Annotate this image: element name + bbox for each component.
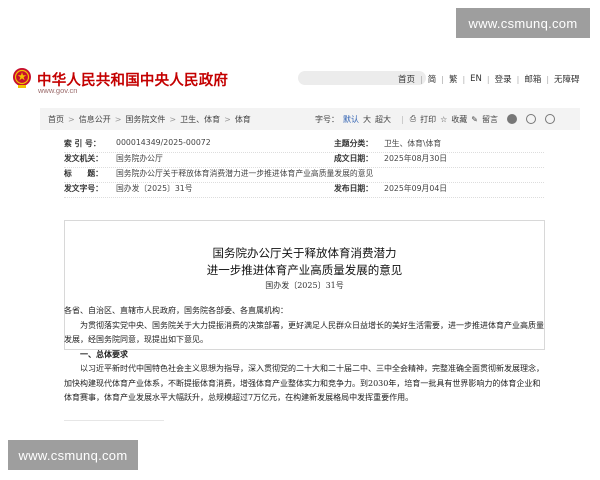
font-default-button[interactable]: 默认 [343, 114, 359, 125]
meta-index-value: 000014349/2025-00072 [116, 138, 211, 147]
separator: | [516, 74, 520, 84]
national-emblem-icon[interactable] [12, 67, 32, 89]
separator: | [486, 74, 490, 84]
site-url: www.gov.cn [38, 86, 78, 95]
chevron-right-icon: > [114, 114, 122, 124]
breadcrumb-bar: 首页 > 信息公开 > 国务院文件 > 卫生、体育 > 体育 字号： 默认 大 … [40, 108, 580, 130]
meta-pubdate-label: 发布日期： [334, 184, 373, 193]
body-paragraph: 以习近平新时代中国特色社会主义思想为指导，深入贯彻党的二十大和二十届二中、三中全… [64, 364, 544, 402]
chevron-right-icon: > [224, 114, 231, 124]
comment-button[interactable]: 留言 [482, 114, 498, 125]
meta-index-label: 索 引 号： [64, 139, 101, 148]
link-traditional[interactable]: 繁 [449, 73, 458, 85]
meta-docno-value: 国办发〔2025〕31号 [116, 184, 193, 193]
weibo-share-icon[interactable] [525, 114, 536, 124]
meta-category-value: 卫生、体育\体育 [384, 139, 442, 148]
qq-share-icon[interactable] [544, 114, 555, 124]
document-title-line1: 国务院办公厅关于释放体育消费潜力 [212, 246, 397, 260]
meta-date-label: 成文日期： [334, 154, 373, 163]
meta-row: 索 引 号： 000014349/2025-00072 主题分类： 卫生、体育\… [64, 138, 544, 153]
font-huge-button[interactable]: 超大 [375, 114, 391, 125]
favorite-icon[interactable]: ☆ [440, 115, 447, 124]
link-simplified[interactable]: 简 [428, 73, 437, 85]
meta-row: 发文机关： 国务院办公厅 成文日期： 2025年08月30日 [64, 153, 544, 168]
page-tools: 字号： 默认 大 超大 | ⎙ 打印 ☆ 收藏 ✎ 留言 [315, 108, 559, 130]
document-body: 各省、自治区、直辖市人民政府，国务院各部委、各直属机构： 为贯彻落实党中央、国务… [64, 304, 544, 406]
link-english[interactable]: EN [470, 74, 482, 84]
meta-category-label: 主题分类： [334, 139, 373, 148]
font-large-button[interactable]: 大 [363, 114, 371, 125]
meta-docno-label: 发文字号： [64, 184, 103, 193]
meta-title-label: 标 题： [64, 169, 103, 178]
link-mail[interactable]: 邮箱 [524, 73, 541, 85]
favorite-button[interactable]: 收藏 [451, 114, 467, 125]
chevron-right-icon: > [169, 114, 177, 124]
breadcrumb-item-info[interactable]: 信息公开 [79, 114, 111, 125]
breadcrumb: 首页 > 信息公开 > 国务院文件 > 卫生、体育 > 体育 [40, 114, 251, 125]
wechat-share-icon[interactable] [506, 114, 517, 124]
print-icon[interactable]: ⎙ [410, 114, 416, 124]
salutation: 各省、自治区、直辖市人民政府，国务院各部委、各直属机构： [64, 306, 288, 315]
chevron-right-icon: > [68, 114, 75, 124]
meta-issuer-value: 国务院办公厅 [116, 154, 163, 163]
meta-date-value: 2025年08月30日 [384, 154, 448, 163]
font-size-label: 字号： [315, 114, 339, 124]
print-button[interactable]: 打印 [420, 114, 436, 125]
comment-icon[interactable]: ✎ [471, 115, 478, 124]
document-number: 国办发〔2025〕31号 [265, 281, 344, 290]
section-heading: 一、总体要求 [80, 349, 128, 359]
meta-issuer-label: 发文机关： [64, 154, 103, 163]
link-home[interactable]: 首页 [398, 73, 415, 85]
breadcrumb-item-sports[interactable]: 体育 [235, 114, 251, 125]
separator: | [401, 114, 404, 124]
breadcrumb-item-health-sports[interactable]: 卫生、体育 [180, 114, 220, 125]
separator: | [441, 74, 444, 84]
breadcrumb-item-home[interactable]: 首页 [48, 114, 64, 125]
document-meta-table: 索 引 号： 000014349/2025-00072 主题分类： 卫生、体育\… [64, 138, 544, 198]
site-header: 中华人民共和国中央人民政府 www.gov.cn 首页 | 简 | 繁 | EN… [0, 55, 600, 99]
meta-title-value: 国务院办公厅关于释放体育消费潜力进一步推进体育产业高质量发展的意见 [116, 169, 374, 178]
watermark-top: www.csmunq.com [456, 8, 590, 38]
intro-paragraph: 为贯彻落实党中央、国务院关于大力提振消费的决策部署，更好满足人民群众日益增长的美… [64, 320, 544, 345]
link-accessibility[interactable]: 无障碍 [554, 73, 580, 85]
meta-row: 发文字号： 国办发〔2025〕31号 发布日期： 2025年09月04日 [64, 183, 544, 198]
meta-row: 标 题： 国务院办公厅关于释放体育消费潜力进一步推进体育产业高质量发展的意见 [64, 168, 544, 183]
separator: | [546, 74, 550, 84]
breadcrumb-item-docs[interactable]: 国务院文件 [125, 114, 165, 125]
divider [64, 420, 164, 428]
meta-pubdate-value: 2025年09月04日 [384, 184, 448, 193]
separator: | [462, 74, 466, 84]
separator: | [420, 74, 423, 84]
top-links: 首页 | 简 | 繁 | EN | 登录 | 邮箱 | 无障碍 [398, 73, 580, 85]
link-login[interactable]: 登录 [495, 73, 512, 85]
document-title-line2: 进一步推进体育产业高质量发展的意见 [206, 263, 403, 277]
watermark-bottom: www.csmunq.com [8, 440, 138, 470]
